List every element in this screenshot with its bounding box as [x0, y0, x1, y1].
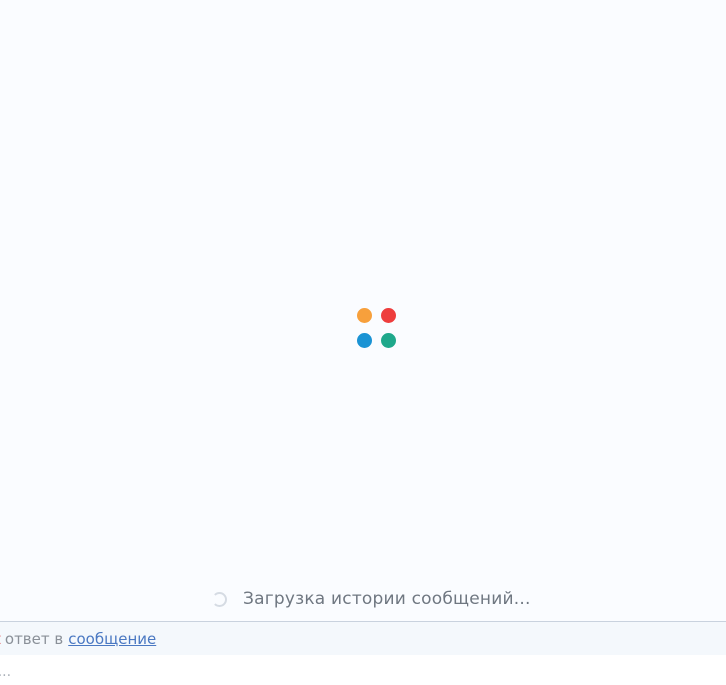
reply-context-text: ответ в: [4, 629, 64, 648]
app-loader-logo: [356, 308, 398, 350]
chat-window: Загрузка истории сообщений... t ответ в …: [0, 0, 726, 685]
message-composer: [0, 655, 726, 685]
reply-message-link[interactable]: сообщение: [68, 630, 156, 648]
history-loading-indicator: Загрузка истории сообщений...: [212, 587, 531, 611]
reply-author-name[interactable]: t: [0, 630, 1, 648]
loader-dot-red: [381, 308, 396, 323]
loader-dot-blue: [357, 333, 372, 348]
spinner-icon: [212, 591, 227, 607]
message-input[interactable]: [0, 659, 720, 685]
history-loading-text: Загрузка истории сообщений...: [243, 589, 531, 609]
reply-context-bar: t ответ в сообщение: [0, 622, 726, 655]
loader-dot-orange: [357, 308, 372, 323]
loader-dot-green: [381, 333, 396, 348]
